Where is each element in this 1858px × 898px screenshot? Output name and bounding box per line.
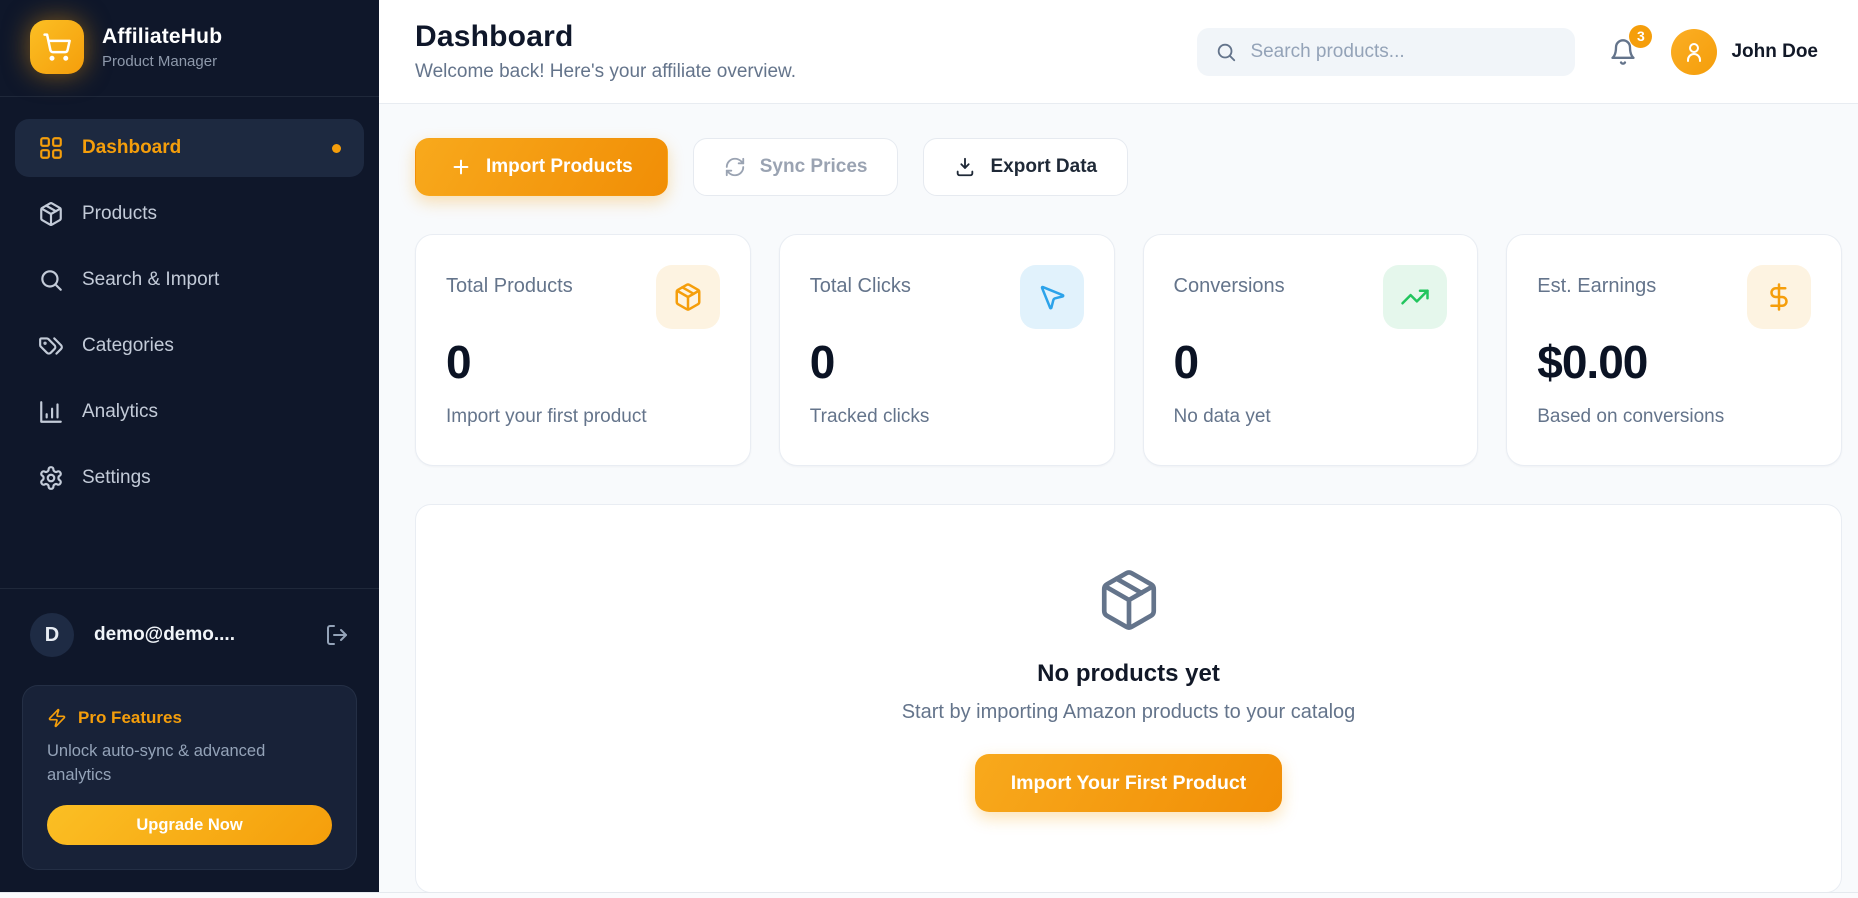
brand-name: AffiliateHub [102, 24, 223, 48]
stats-grid: Total Products 0 Import your first produ… [415, 234, 1842, 466]
sidebar-item-label: Categories [82, 335, 174, 356]
export-data-label: Export Data [990, 156, 1098, 177]
sidebar-item-label: Dashboard [82, 137, 182, 158]
sidebar-item-analytics[interactable]: Analytics [15, 383, 364, 441]
logout-icon [327, 625, 347, 646]
search-box [1197, 27, 1576, 76]
page-heading: Dashboard Welcome back! Here's your affi… [415, 20, 796, 83]
stat-note: Import your first product [446, 406, 647, 427]
pro-features-title: Pro Features [78, 708, 182, 728]
sidebar-item-search-import[interactable]: Search & Import [15, 251, 364, 309]
package-icon [456, 567, 1801, 638]
stat-note: No data yet [1173, 406, 1271, 427]
pro-features-title-row: Pro Features [47, 708, 332, 728]
stat-label: Total Products [446, 275, 573, 297]
sidebar-item-dashboard[interactable]: Dashboard [15, 119, 364, 177]
stat-card-total-clicks: Total Clicks 0 Tracked clicks [778, 234, 1115, 466]
pro-features-description: Unlock auto-sync & advanced analytics [47, 742, 266, 785]
gear-icon [40, 466, 62, 490]
active-indicator-dot [332, 143, 341, 153]
sidebar-item-label: Products [82, 203, 157, 224]
stat-value: 0 [809, 336, 836, 388]
profile-menu[interactable]: John Doe [1671, 28, 1818, 75]
import-first-product-button[interactable]: Import Your First Product [974, 754, 1283, 812]
plus-icon [453, 159, 469, 175]
tags-icon [39, 337, 63, 355]
stat-label: Conversions [1173, 275, 1285, 297]
brand-text: AffiliateHub Product Manager [102, 25, 222, 70]
horizontal-scrollbar-track[interactable] [0, 892, 1858, 898]
search-icon [41, 270, 62, 291]
notification-badge: 3 [1629, 24, 1653, 48]
user-icon [1687, 42, 1702, 62]
dollar-icon [1747, 265, 1811, 329]
main-area: Dashboard Welcome back! Here's your affi… [379, 0, 1858, 898]
import-products-label: Import Products [486, 156, 633, 177]
dashboard-grid-icon [40, 137, 62, 159]
empty-state-subtitle: Start by importing Amazon products to yo… [901, 701, 1356, 723]
stat-note: Tracked clicks [809, 406, 930, 427]
search-input[interactable] [1250, 40, 1558, 63]
stat-note: Based on conversions [1537, 406, 1725, 427]
brand-subtitle: Product Manager [102, 52, 218, 70]
sidebar: AffiliateHub Product Manager Dashboard P… [0, 0, 379, 892]
logout-button[interactable] [325, 623, 349, 647]
sidebar-item-label: Search & Import [82, 269, 220, 290]
actions-row: Import Products Sync Prices Export Data [415, 138, 1842, 196]
package-icon [655, 265, 720, 329]
sync-prices-button[interactable]: Sync Prices [692, 138, 899, 196]
cart-logo-icon [30, 20, 84, 74]
stat-card-est-earnings: Est. Earnings $0.00 Based on conversions [1506, 234, 1842, 466]
sidebar-nav: Dashboard Products Search & Import Categ… [0, 97, 379, 507]
stat-value: $0.00 [1537, 336, 1648, 388]
brand: AffiliateHub Product Manager [0, 0, 379, 97]
stat-card-total-products: Total Products 0 Import your first produ… [415, 234, 751, 466]
stat-label: Est. Earnings [1537, 275, 1657, 297]
topbar-right: 3 John Doe [1197, 24, 1818, 76]
profile-name: John Doe [1731, 40, 1818, 62]
user-avatar: D [30, 613, 74, 658]
sidebar-item-products[interactable]: Products [15, 185, 364, 243]
sidebar-bottom: D demo@demo.... Pro Features Unlock auto… [0, 588, 379, 892]
user-row: D demo@demo.... [0, 588, 379, 677]
search-icon [1218, 43, 1236, 61]
page-title: Dashboard [415, 20, 574, 53]
empty-state-panel: No products yet Start by importing Amazo… [415, 504, 1842, 893]
export-data-button[interactable]: Export Data [923, 138, 1129, 196]
cursor-icon [1019, 265, 1084, 329]
package-icon [40, 202, 62, 226]
sync-prices-label: Sync Prices [759, 156, 868, 177]
user-email: demo@demo.... [94, 624, 235, 646]
stat-value: 0 [446, 336, 472, 388]
stat-value: 0 [1173, 336, 1200, 388]
content-area: Import Products Sync Prices Export Data … [379, 104, 1858, 898]
stat-label: Total Clicks [809, 275, 911, 297]
stat-card-conversions: Conversions 0 No data yet [1142, 234, 1479, 466]
import-products-button[interactable]: Import Products [415, 138, 668, 196]
lightning-bolt-icon [48, 708, 66, 728]
upgrade-now-button[interactable]: Upgrade Now [47, 805, 332, 845]
page-subtitle: Welcome back! Here's your affiliate over… [415, 61, 796, 82]
pro-features-card: Pro Features Unlock auto-sync & advanced… [22, 685, 357, 870]
bar-chart-icon [40, 401, 62, 423]
empty-state-title: No products yet [1037, 660, 1220, 687]
top-header: Dashboard Welcome back! Here's your affi… [379, 0, 1858, 104]
sidebar-item-label: Analytics [82, 401, 159, 422]
notifications-button[interactable]: 3 [1605, 24, 1653, 70]
download-icon [957, 157, 974, 177]
sidebar-item-categories[interactable]: Categories [15, 317, 364, 375]
profile-avatar [1671, 28, 1718, 75]
trending-up-icon [1383, 265, 1448, 329]
sidebar-item-settings[interactable]: Settings [15, 449, 364, 507]
sidebar-item-label: Settings [82, 467, 151, 488]
refresh-icon [725, 157, 744, 177]
app-window: AffiliateHub Product Manager Dashboard P… [0, 0, 1858, 898]
